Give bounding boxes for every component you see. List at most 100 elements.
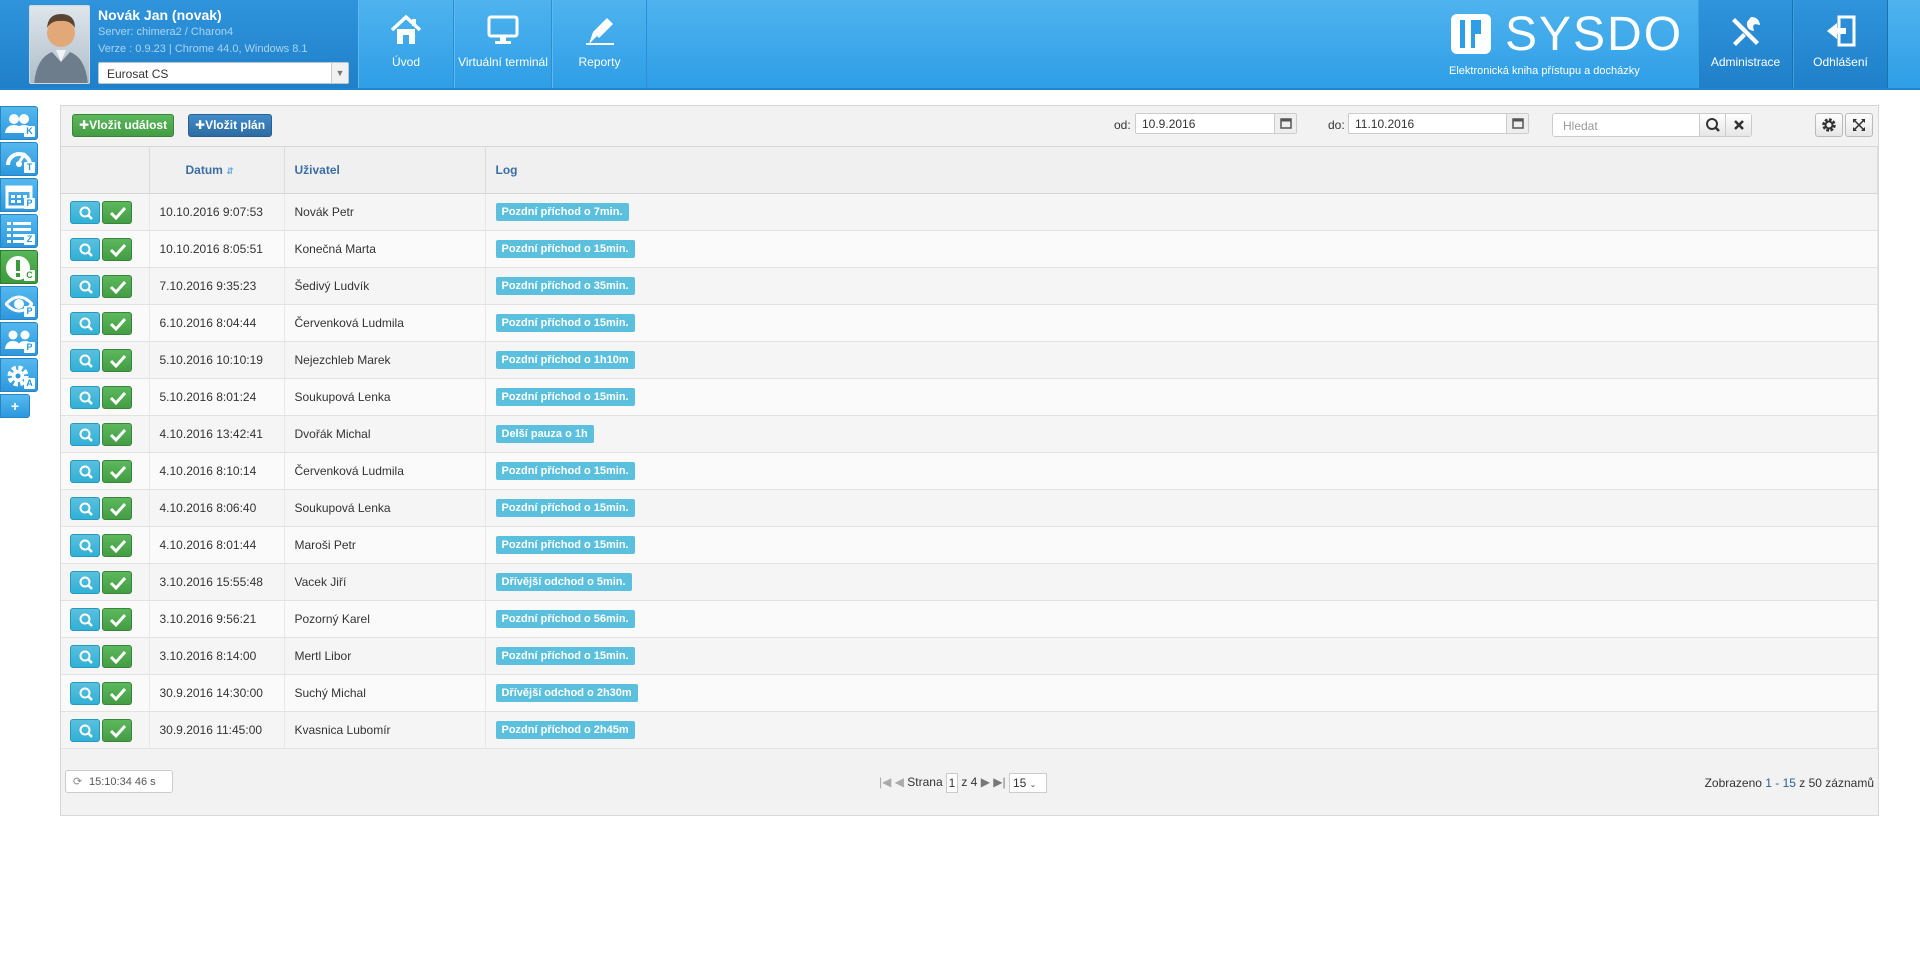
main-panel: ✚Vložit událost ✚Vložit plán od: 10.9.20… [60,105,1879,816]
search-placeholder: Hledat [1563,119,1598,133]
confirm-button[interactable] [102,681,132,705]
refresh-timer[interactable]: ⟳ 15:10:34 46 s [65,770,173,793]
confirm-button[interactable] [102,718,132,742]
view-button[interactable] [70,274,100,298]
confirm-button[interactable] [102,200,132,224]
clear-icon[interactable] [1725,114,1751,136]
check-icon [109,317,127,331]
sidebar-item-settings[interactable]: A [0,358,38,392]
row-actions [61,415,150,453]
nav-terminal-label: Virtuální terminál [458,55,548,69]
nav-admin[interactable]: Administrace [1698,0,1793,88]
calendar-icon[interactable] [1274,114,1296,133]
confirm-button[interactable] [102,237,132,261]
view-button[interactable] [70,385,100,409]
confirm-button[interactable] [102,607,132,631]
insert-event-button[interactable]: ✚Vložit událost [72,114,175,137]
table-row: 30.9.2016 14:30:00 Suchý Michal Dřívější o… [61,674,1878,712]
cell-log: Pozdní příchod o 15min. [485,489,1878,527]
sidebar-item-groups[interactable]: P [0,322,38,356]
confirm-button[interactable] [102,274,132,298]
sidebar-item-users[interactable]: K [0,106,38,140]
confirm-button[interactable] [102,644,132,668]
page-input[interactable]: 1 [945,773,958,793]
cell-date: 30.9.2016 14:30:00 [149,674,285,712]
confirm-button[interactable] [102,385,132,409]
view-button[interactable] [70,496,100,520]
column-header-date[interactable]: Datum ⇵ [149,146,285,194]
view-button[interactable] [70,200,100,224]
view-button[interactable] [70,681,100,705]
row-actions [61,711,150,749]
calendar-icon[interactable] [1506,114,1528,133]
view-button[interactable] [70,644,100,668]
view-button[interactable] [70,570,100,594]
table-row: 3.10.2016 8:14:00 Mertl Libor Pozdní přích… [61,637,1878,675]
sidebar-item-alerts[interactable]: C [0,250,38,284]
confirm-button[interactable] [102,459,132,483]
view-button[interactable] [70,607,100,631]
view-button[interactable] [70,237,100,261]
insert-plan-button[interactable]: ✚Vložit plán [188,114,273,137]
row-actions [61,341,150,379]
sidebar-item-plan[interactable]: P [0,178,38,212]
search-icon[interactable] [1699,114,1725,136]
sidebar-item-list[interactable]: Z [0,214,38,248]
view-button[interactable] [70,459,100,483]
confirm-button[interactable] [102,533,132,557]
sidebar-letter: P [24,198,35,209]
next-page-icon[interactable]: ▶ [981,775,990,789]
cell-log: Pozdní příchod o 1h10m [485,341,1878,379]
first-page-icon[interactable]: |◀ [879,775,891,789]
confirm-button[interactable] [102,311,132,335]
table-row: 4.10.2016 8:10:14 Červenková Ludmila Pozdn… [61,452,1878,490]
sidebar-letter: C [24,270,35,281]
sidebar-letter: Z [24,234,35,245]
refresh-icon: ⟳ [73,776,83,788]
last-page-icon[interactable]: ▶| [993,775,1005,789]
date-to-field[interactable]: 11.10.2016 [1348,113,1529,134]
cell-date: 3.10.2016 15:55:48 [149,563,285,601]
view-button[interactable] [70,718,100,742]
chevron-down-icon[interactable]: ▼ [331,63,348,83]
cell-log: Pozdní příchod o 15min. [485,378,1878,416]
cell-date: 6.10.2016 8:04:44 [149,304,285,342]
confirm-button[interactable] [102,570,132,594]
sidebar-item-view[interactable]: P [0,286,38,320]
row-actions [61,193,150,231]
table-row: 7.10.2016 9:35:23 Šedivý Ludvík Pozdní pří… [61,267,1878,305]
prev-page-icon[interactable]: ◀ [895,775,904,789]
view-button[interactable] [70,348,100,372]
nav-reports[interactable]: Reporty [552,0,647,88]
nav-home[interactable]: Úvod [358,0,454,88]
log-badge: Pozdní příchod o 15min. [495,240,635,258]
avatar[interactable] [29,5,90,84]
sidebar-add-button[interactable]: + [0,394,30,418]
search-icon [79,465,93,479]
confirm-button[interactable] [102,348,132,372]
nav-terminal[interactable]: Virtuální terminál [454,0,552,88]
cell-date: 3.10.2016 8:14:00 [149,637,285,675]
confirm-button[interactable] [102,422,132,446]
view-button[interactable] [70,311,100,335]
view-button[interactable] [70,533,100,557]
date-from-field[interactable]: 10.9.2016 [1135,113,1297,134]
column-header-log[interactable]: Log [485,146,1878,194]
page-size-select[interactable]: 15 ⌄ [1008,773,1047,793]
fullscreen-button[interactable] [1845,113,1873,137]
chevron-down-icon: ⌄ [1029,780,1037,789]
page-size-value: 15 [1012,776,1027,790]
column-header-user[interactable]: Uživatel [284,146,486,194]
logo-subtitle: Elektronická kniha přístupu a docházky [1449,65,1640,77]
settings-button[interactable] [1815,113,1843,137]
search-field[interactable]: Hledat [1552,113,1752,137]
view-button[interactable] [70,422,100,446]
row-actions [61,452,150,490]
sidebar-item-terminal[interactable]: T [0,142,38,176]
cell-date: 10.10.2016 8:05:51 [149,230,285,268]
company-select[interactable]: Eurosat CS ▼ [98,62,349,84]
log-badge: Pozdní příchod o 15min. [495,499,635,517]
nav-logout[interactable]: Odhlášení [1793,0,1888,88]
confirm-button[interactable] [102,496,132,520]
table-body: 10.10.2016 9:07:53 Novák Petr Pozdní přích… [61,193,1878,749]
